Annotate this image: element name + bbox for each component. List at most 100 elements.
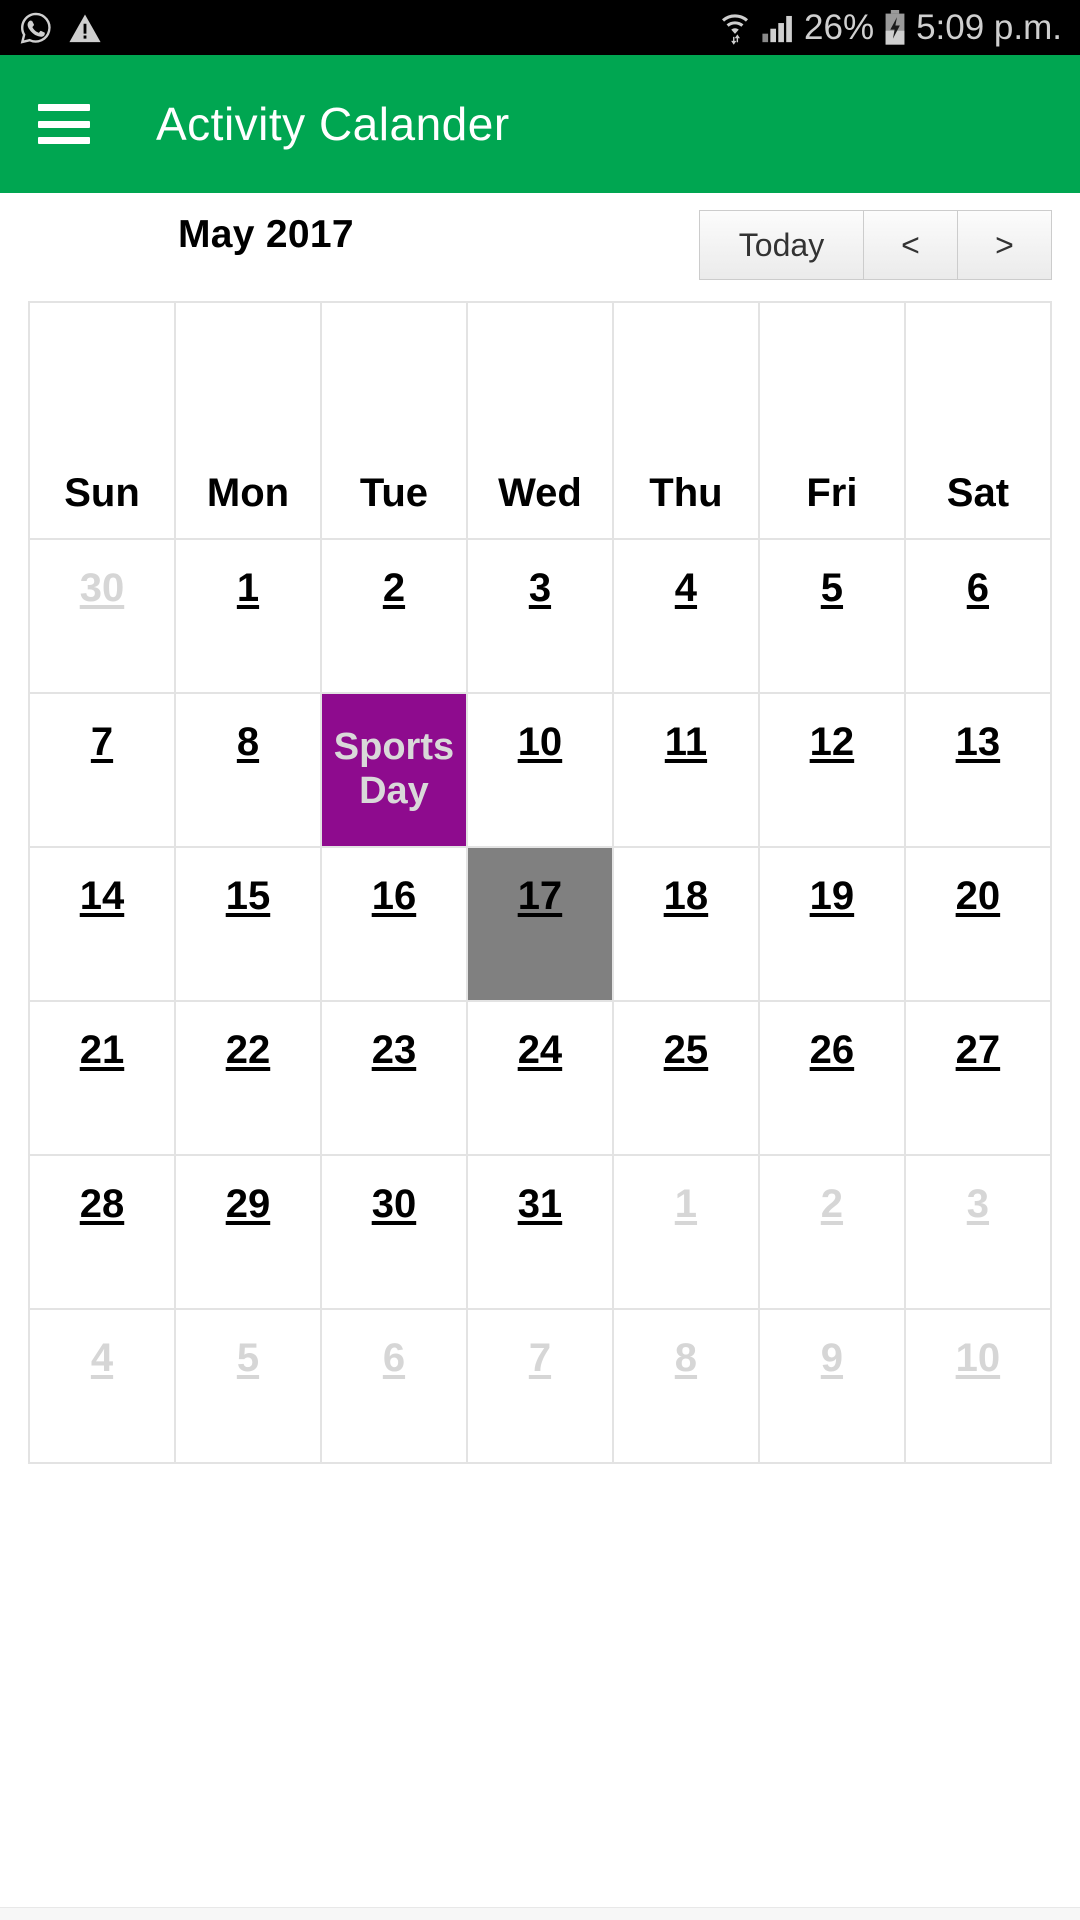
calendar-day-number[interactable]: 13	[956, 722, 1001, 762]
calendar-day-number[interactable]: 21	[80, 1030, 125, 1070]
calendar-day-cell[interactable]: 12	[759, 694, 906, 848]
calendar-nav-button-group: Today < >	[699, 210, 1052, 280]
calendar-day-cell[interactable]: 22	[175, 1002, 322, 1156]
calendar-day-number[interactable]: 18	[664, 876, 709, 916]
calendar-day-number[interactable]: 28	[80, 1184, 125, 1224]
calendar-day-cell[interactable]: 9	[759, 1310, 906, 1464]
calendar-day-cell[interactable]: 16	[321, 848, 468, 1002]
calendar-day-cell[interactable]: 4	[613, 540, 760, 694]
calendar-day-cell[interactable]: 7	[30, 694, 176, 848]
calendar-day-cell[interactable]: 30	[321, 1156, 468, 1310]
weekday-label: Wed	[498, 471, 582, 515]
calendar-day-cell[interactable]: 6	[321, 1310, 468, 1464]
calendar-day-cell[interactable]: 10	[467, 694, 614, 848]
calendar-day-number[interactable]: 6	[967, 568, 989, 608]
calendar-day-cell[interactable]: 14	[30, 848, 176, 1002]
weekday-label: Fri	[806, 471, 858, 515]
calendar-day-number[interactable]: 30	[372, 1184, 417, 1224]
calendar-day-cell-event[interactable]: Sports Day	[321, 694, 468, 848]
calendar-day-cell[interactable]: 21	[30, 1002, 176, 1156]
calendar-day-cell[interactable]: 3	[467, 540, 614, 694]
calendar-day-number[interactable]: 26	[810, 1030, 855, 1070]
calendar-day-cell[interactable]: 8	[613, 1310, 760, 1464]
calendar-day-number[interactable]: 11	[665, 722, 707, 762]
today-button[interactable]: Today	[699, 210, 864, 280]
calendar-day-number[interactable]: 3	[529, 568, 551, 608]
calendar-day-cell[interactable]: 7	[467, 1310, 614, 1464]
calendar-day-number[interactable]: 17	[518, 876, 563, 916]
calendar-day-number[interactable]: 5	[821, 568, 843, 608]
calendar-day-number[interactable]: 24	[518, 1030, 563, 1070]
calendar-day-number[interactable]: 29	[226, 1184, 271, 1224]
calendar-day-cell[interactable]: 25	[613, 1002, 760, 1156]
calendar-day-number-muted[interactable]: 8	[675, 1338, 697, 1378]
calendar-day-number[interactable]: 7	[91, 722, 113, 762]
calendar-day-cell[interactable]: 2	[321, 540, 468, 694]
calendar-day-cell[interactable]: 26	[759, 1002, 906, 1156]
calendar-day-cell[interactable]: 31	[467, 1156, 614, 1310]
calendar-day-cell[interactable]: 13	[905, 694, 1052, 848]
calendar-day-number-muted[interactable]: 30	[80, 568, 125, 608]
weekday-header-cell: Thu	[613, 303, 760, 540]
calendar-day-cell[interactable]: 20	[905, 848, 1052, 1002]
signal-bars-icon	[761, 12, 795, 44]
calendar-day-cell[interactable]: 15	[175, 848, 322, 1002]
weekday-label: Sat	[946, 471, 1010, 515]
calendar-day-number-muted[interactable]: 3	[967, 1184, 989, 1224]
calendar-day-number[interactable]: 12	[810, 722, 855, 762]
calendar-day-cell[interactable]: 27	[905, 1002, 1052, 1156]
calendar-day-number[interactable]: 20	[956, 876, 1001, 916]
calendar-day-number[interactable]: 15	[226, 876, 271, 916]
calendar-event-label[interactable]: Sports Day	[322, 726, 466, 813]
calendar-day-cell-today[interactable]: 17	[467, 848, 614, 1002]
calendar-day-cell[interactable]: 1	[175, 540, 322, 694]
calendar-day-number[interactable]: 14	[80, 876, 125, 916]
calendar-day-number[interactable]: 8	[237, 722, 259, 762]
calendar-day-number[interactable]: 27	[956, 1030, 1001, 1070]
calendar-day-cell[interactable]: 29	[175, 1156, 322, 1310]
calendar-day-cell[interactable]: 8	[175, 694, 322, 848]
calendar-day-cell[interactable]: 1	[613, 1156, 760, 1310]
calendar-day-number[interactable]: 16	[372, 876, 417, 916]
calendar-day-number[interactable]: 19	[810, 876, 855, 916]
calendar-day-number[interactable]: 22	[226, 1030, 271, 1070]
next-month-button[interactable]: >	[957, 210, 1052, 280]
app-bar: Activity Calander	[0, 55, 1080, 193]
calendar-day-cell[interactable]: 19	[759, 848, 906, 1002]
calendar-day-cell[interactable]: 5	[759, 540, 906, 694]
calendar-screen: May 2017 Today < > Sun Mon Tue Wed Thu F…	[0, 193, 1080, 1920]
calendar-day-cell[interactable]: 30	[30, 540, 176, 694]
calendar-day-number-muted[interactable]: 4	[91, 1338, 113, 1378]
calendar-day-cell[interactable]: 4	[30, 1310, 176, 1464]
calendar-day-number[interactable]: 31	[518, 1184, 563, 1224]
calendar-day-cell[interactable]: 3	[905, 1156, 1052, 1310]
calendar-day-number-muted[interactable]: 6	[383, 1338, 405, 1378]
calendar-day-number[interactable]: 2	[383, 568, 405, 608]
calendar-day-number-muted[interactable]: 5	[237, 1338, 259, 1378]
calendar-day-cell[interactable]: 24	[467, 1002, 614, 1156]
content-bottom-spacer	[0, 1464, 1080, 1524]
calendar-day-number[interactable]: 25	[664, 1030, 709, 1070]
calendar-day-number-muted[interactable]: 1	[675, 1184, 697, 1224]
calendar-day-cell[interactable]: 10	[905, 1310, 1052, 1464]
calendar-day-number-muted[interactable]: 9	[821, 1338, 843, 1378]
calendar-day-number-muted[interactable]: 7	[529, 1338, 551, 1378]
calendar-day-number[interactable]: 23	[372, 1030, 417, 1070]
previous-month-button[interactable]: <	[863, 210, 958, 280]
warning-triangle-icon	[68, 12, 102, 44]
hamburger-menu-icon[interactable]	[38, 104, 90, 144]
calendar-day-cell[interactable]: 6	[905, 540, 1052, 694]
calendar-day-number-muted[interactable]: 10	[956, 1338, 1001, 1378]
calendar-day-number[interactable]: 4	[675, 568, 697, 608]
calendar-day-number[interactable]: 10	[518, 722, 563, 762]
calendar-day-cell[interactable]: 18	[613, 848, 760, 1002]
calendar-day-number[interactable]: 1	[237, 568, 259, 608]
calendar-day-cell[interactable]: 28	[30, 1156, 176, 1310]
calendar-day-cell[interactable]: 5	[175, 1310, 322, 1464]
calendar-day-number-muted[interactable]: 2	[821, 1184, 843, 1224]
calendar-week-row: 4 5 6 7 8 9 10	[30, 1310, 1052, 1464]
calendar-day-cell[interactable]: 11	[613, 694, 760, 848]
calendar-week-row: 28 29 30 31 1 2 3	[30, 1156, 1052, 1310]
calendar-day-cell[interactable]: 2	[759, 1156, 906, 1310]
calendar-day-cell[interactable]: 23	[321, 1002, 468, 1156]
